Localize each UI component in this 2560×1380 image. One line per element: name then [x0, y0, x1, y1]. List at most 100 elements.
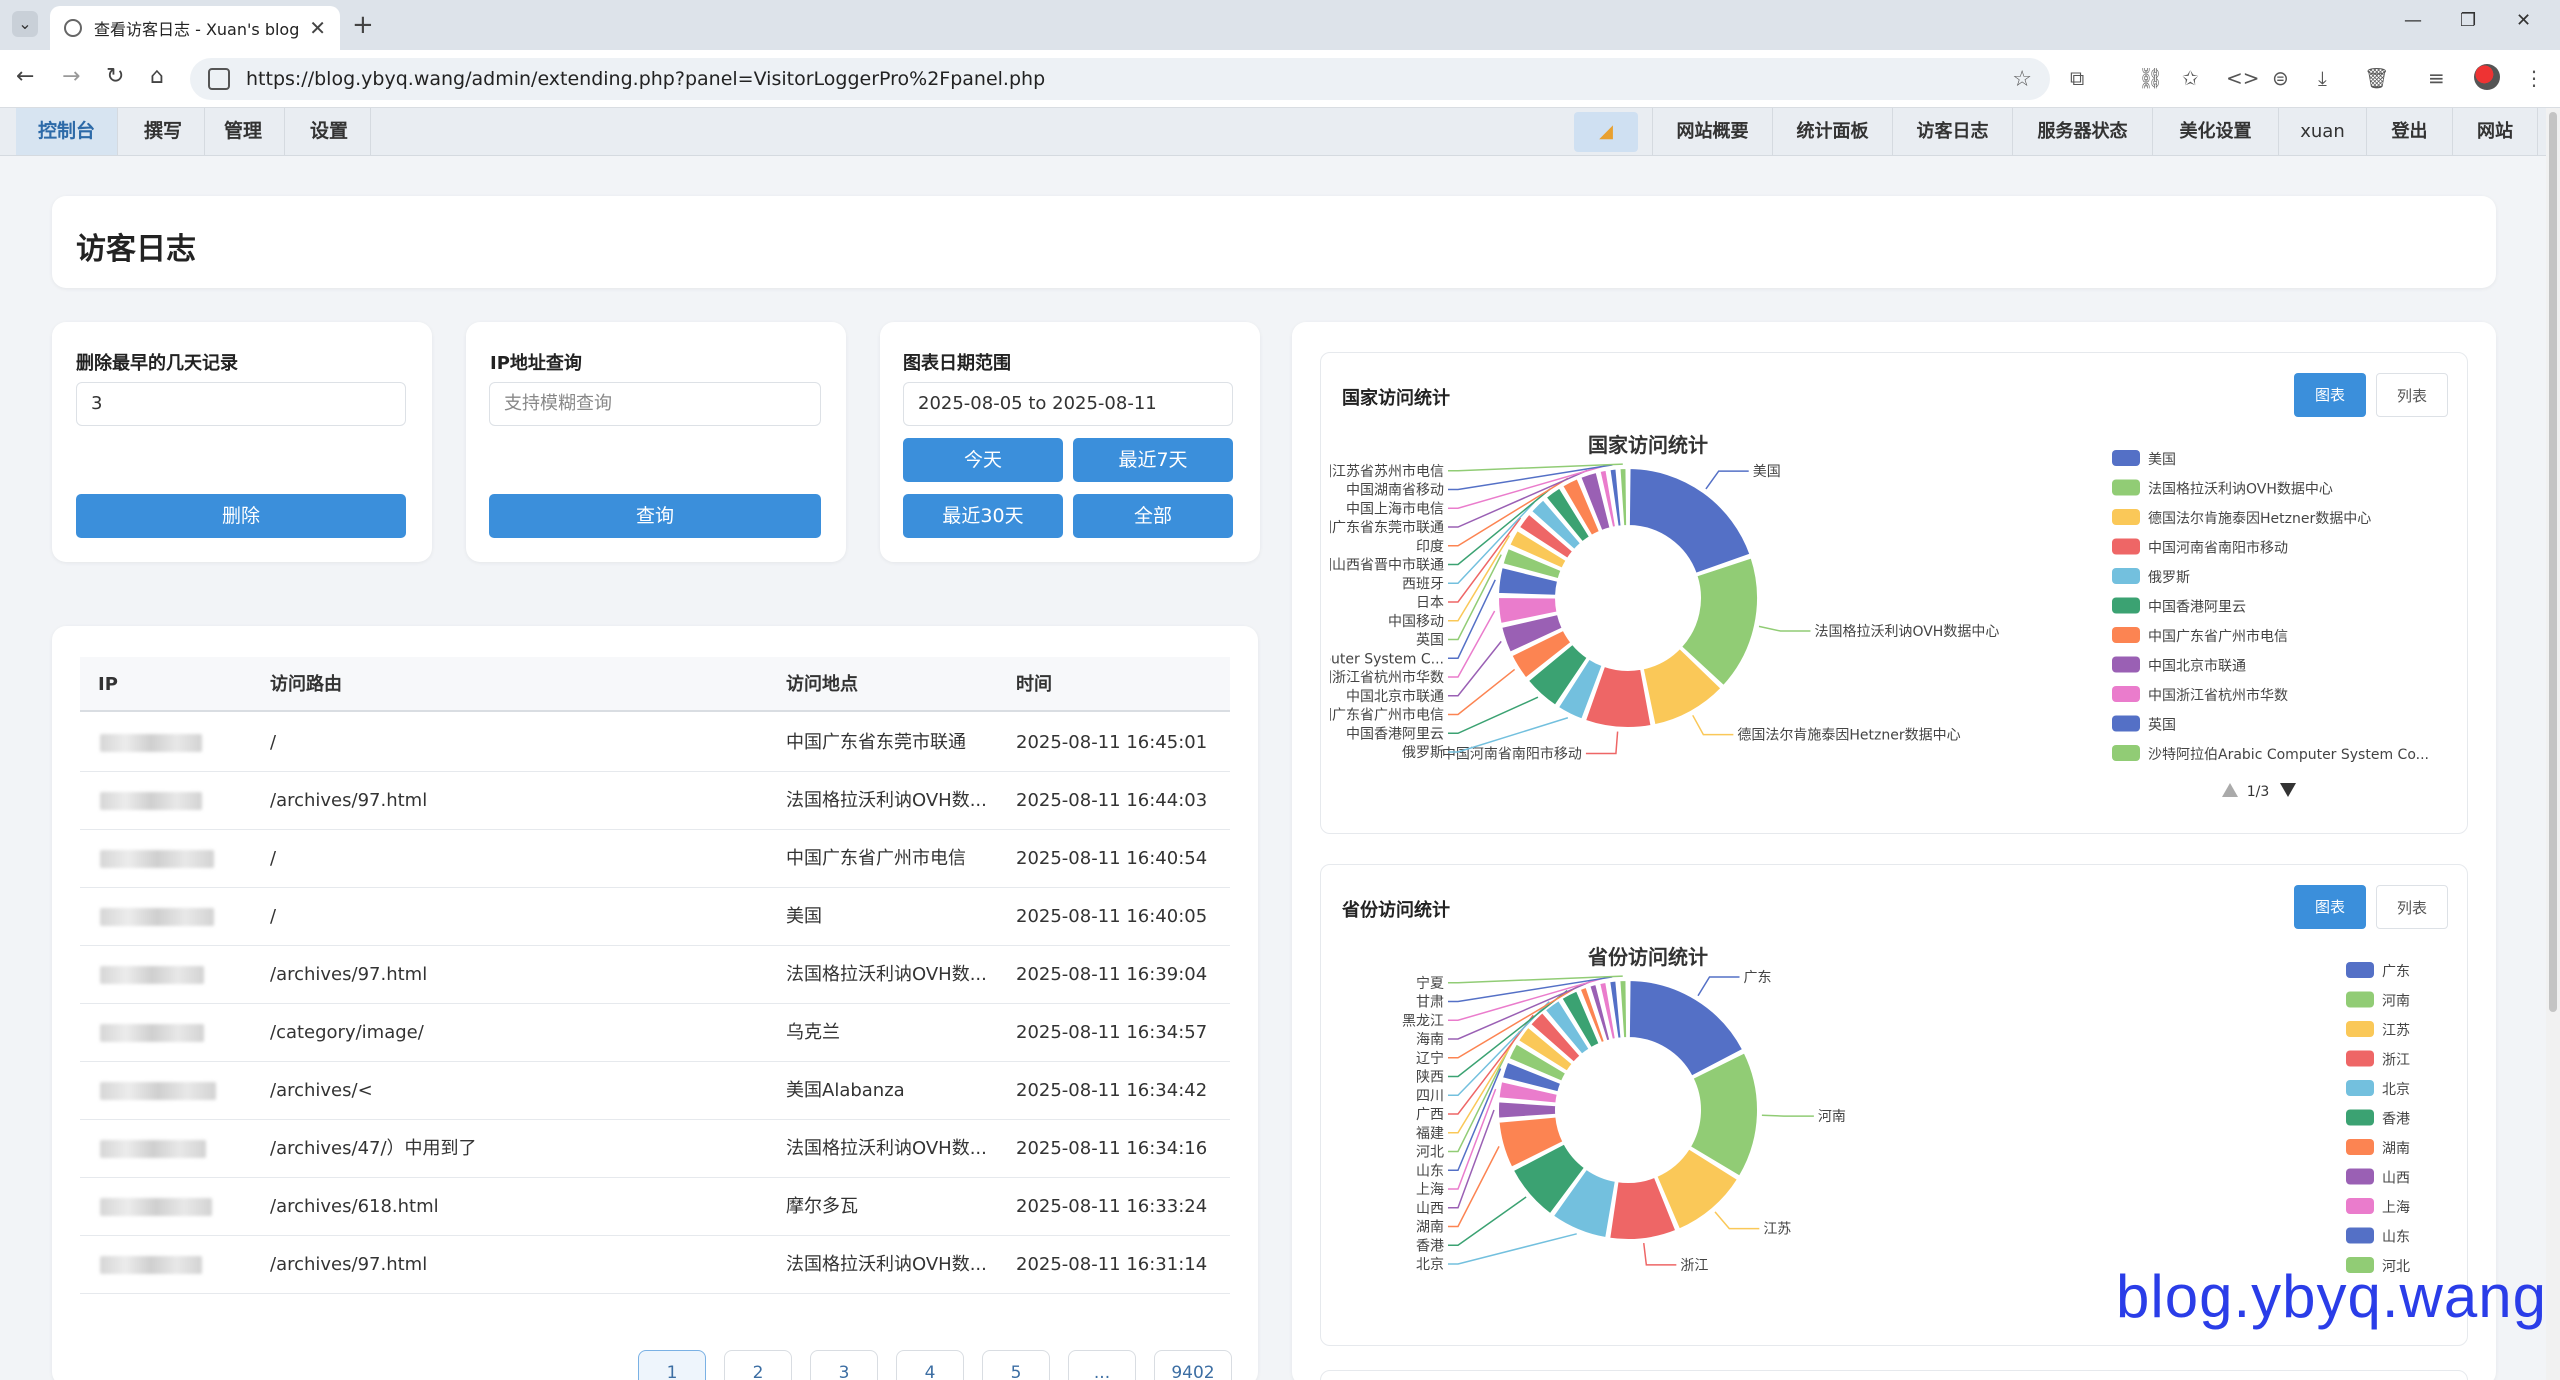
legend-item[interactable]: 湖南	[2382, 1141, 2410, 1157]
header-ip[interactable]: IP	[98, 657, 118, 712]
browser-tab[interactable]: 查看访客日志 - Xuan's blog - Powered by Typech…	[50, 6, 340, 50]
country-chart-toggle[interactable]: 图表	[2294, 373, 2366, 417]
legend-item[interactable]: 英国	[2148, 717, 2176, 734]
nav-server-status[interactable]: 服务器状态	[2012, 108, 2152, 155]
pie-slice[interactable]	[1627, 466, 1752, 576]
date-range-input[interactable]: 2025-08-05 to 2025-08-11	[903, 382, 1233, 426]
nav-visitor-log[interactable]: 访客日志	[1892, 108, 2012, 155]
legend-item[interactable]: 俄罗斯	[2148, 570, 2190, 586]
country-list-toggle[interactable]: 列表	[2376, 373, 2448, 417]
legend-item[interactable]: 中国香港阿里云	[2148, 600, 2246, 616]
legend-item[interactable]: 德国法尔肯施泰因Hetzner数据中心	[2148, 511, 2371, 527]
page-button-...[interactable]: ...	[1068, 1350, 1136, 1380]
legend-swatch[interactable]	[2346, 1198, 2374, 1214]
tab-search-chevron-icon[interactable]: ⌄	[12, 11, 38, 37]
bookmark-star-icon[interactable]: ☆	[2012, 67, 2032, 92]
province-chart-toggle[interactable]: 图表	[2294, 885, 2366, 929]
legend-swatch[interactable]	[2112, 538, 2140, 555]
close-tab-icon[interactable]: ✕	[309, 16, 326, 40]
trash-icon[interactable]: 🗑	[2364, 66, 2389, 90]
page-button-5[interactable]: 5	[982, 1350, 1050, 1380]
legend-swatch[interactable]	[2346, 1109, 2374, 1126]
legend-item[interactable]: 中国河南省南阳市移动	[2148, 540, 2288, 557]
legend-swatch[interactable]	[2346, 1139, 2374, 1155]
legend-prev-icon[interactable]	[2222, 783, 2238, 797]
ip-query-input[interactable]: 支持模糊查询	[489, 382, 821, 426]
extension-puzzle-icon[interactable]: ⧉	[2070, 66, 2084, 90]
legend-swatch[interactable]	[2112, 627, 2140, 643]
legend-swatch[interactable]	[2346, 1227, 2374, 1244]
reload-icon[interactable]: ↻	[106, 64, 124, 89]
nav-manage[interactable]: 管理	[202, 108, 286, 155]
legend-item[interactable]: 江苏	[2382, 1023, 2410, 1039]
url-field[interactable]: https://blog.ybyq.wang/admin/extending.p…	[190, 58, 2050, 100]
legend-item[interactable]: 沙特阿拉伯Arabic Computer System Co...	[2148, 747, 2429, 763]
legend-swatch[interactable]	[2112, 450, 2140, 466]
all-button[interactable]: 全部	[1073, 494, 1233, 538]
legend-swatch[interactable]	[2112, 745, 2140, 761]
query-button[interactable]: 查询	[489, 494, 821, 538]
legend-swatch[interactable]	[2112, 509, 2140, 525]
new-tab-plus-icon[interactable]: +	[352, 10, 374, 40]
table-row[interactable]: /archives/< 美国Alabanza 2025-08-11 16:34:42	[80, 1062, 1230, 1120]
legend-item[interactable]: 美国	[2148, 452, 2176, 468]
link-icon[interactable]: ⛓	[2138, 66, 2163, 90]
nav-dashboard[interactable]: 控制台	[16, 108, 119, 155]
legend-swatch[interactable]	[2346, 1021, 2374, 1037]
last-7-days-button[interactable]: 最近7天	[1073, 438, 1233, 482]
table-row[interactable]: /archives/97.html 法国格拉沃利讷OVH数... 2025-08-1…	[80, 772, 1230, 830]
legend-item[interactable]: 上海	[2382, 1200, 2410, 1216]
legend-swatch[interactable]	[2346, 991, 2374, 1008]
table-row[interactable]: / 中国广东省东莞市联通 2025-08-11 16:45:01	[80, 714, 1230, 772]
legend-swatch[interactable]	[2346, 1080, 2374, 1096]
legend-item[interactable]: 浙江	[2382, 1053, 2410, 1069]
delete-button[interactable]: 删除	[76, 494, 406, 538]
more-menu-icon[interactable]: ⋮	[2524, 66, 2544, 90]
legend-item[interactable]: 山东	[2382, 1230, 2410, 1246]
pie-slice[interactable]	[1497, 1100, 1558, 1120]
minimize-icon[interactable]: —	[2404, 10, 2422, 31]
legend-swatch[interactable]	[2112, 656, 2140, 673]
legend-swatch[interactable]	[2112, 479, 2140, 496]
home-icon[interactable]: ⌂	[150, 64, 164, 89]
forward-arrow-icon[interactable]: →	[62, 64, 80, 89]
page-button-9402[interactable]: 9402	[1154, 1350, 1232, 1380]
table-row[interactable]: / 中国广东省广州市电信 2025-08-11 16:40:54	[80, 830, 1230, 888]
nav-logout[interactable]: 登出	[2366, 108, 2452, 155]
legend-swatch[interactable]	[2112, 686, 2140, 702]
legend-item[interactable]: 广东	[2382, 964, 2410, 980]
theme-logo-icon[interactable]: ◢	[1574, 112, 1638, 152]
nav-beautify-settings[interactable]: 美化设置	[2152, 108, 2278, 155]
table-row[interactable]: / 美国 2025-08-11 16:40:05	[80, 888, 1230, 946]
nav-site-overview[interactable]: 网站概要	[1652, 108, 1772, 155]
spy-icon[interactable]: ⊜	[2272, 66, 2289, 90]
header-route[interactable]: 访问路由	[270, 657, 342, 712]
site-info-icon[interactable]	[208, 68, 230, 90]
table-row[interactable]: /category/image/乌克兰 2025-08-11 16:34:57	[80, 1004, 1230, 1062]
nav-user[interactable]: xuan	[2278, 108, 2366, 155]
legend-swatch[interactable]	[2112, 597, 2140, 614]
nav-write[interactable]: 撰写	[116, 108, 206, 155]
back-arrow-icon[interactable]: ←	[16, 64, 34, 89]
legend-swatch[interactable]	[2346, 962, 2374, 978]
legend-swatch[interactable]	[2112, 715, 2140, 732]
header-time[interactable]: 时间	[1016, 657, 1052, 712]
scrollbar-thumb[interactable]	[2549, 112, 2557, 1012]
window-close-icon[interactable]: ✕	[2516, 10, 2531, 31]
page-button-2[interactable]: 2	[724, 1350, 792, 1380]
legend-item[interactable]: 山西	[2382, 1171, 2410, 1187]
code-icon[interactable]: <>	[2226, 66, 2260, 90]
page-button-3[interactable]: 3	[810, 1350, 878, 1380]
legend-item[interactable]: 香港	[2382, 1112, 2410, 1128]
last-30-days-button[interactable]: 最近30天	[903, 494, 1063, 538]
legend-swatch[interactable]	[2346, 1050, 2374, 1067]
legend-item[interactable]: 中国浙江省杭州市华数	[2148, 687, 2288, 704]
legend-item[interactable]: 中国广东省广州市电信	[2148, 628, 2288, 645]
header-location[interactable]: 访问地点	[786, 657, 858, 712]
nav-settings[interactable]: 设置	[288, 108, 372, 155]
legend-swatch[interactable]	[2346, 1168, 2374, 1185]
nav-site[interactable]: 网站	[2452, 108, 2538, 155]
today-button[interactable]: 今天	[903, 438, 1063, 482]
table-row[interactable]: /archives/618.html 摩尔多瓦 2025-08-11 16:33:2…	[80, 1178, 1230, 1236]
delete-days-input[interactable]: 3	[76, 382, 406, 426]
